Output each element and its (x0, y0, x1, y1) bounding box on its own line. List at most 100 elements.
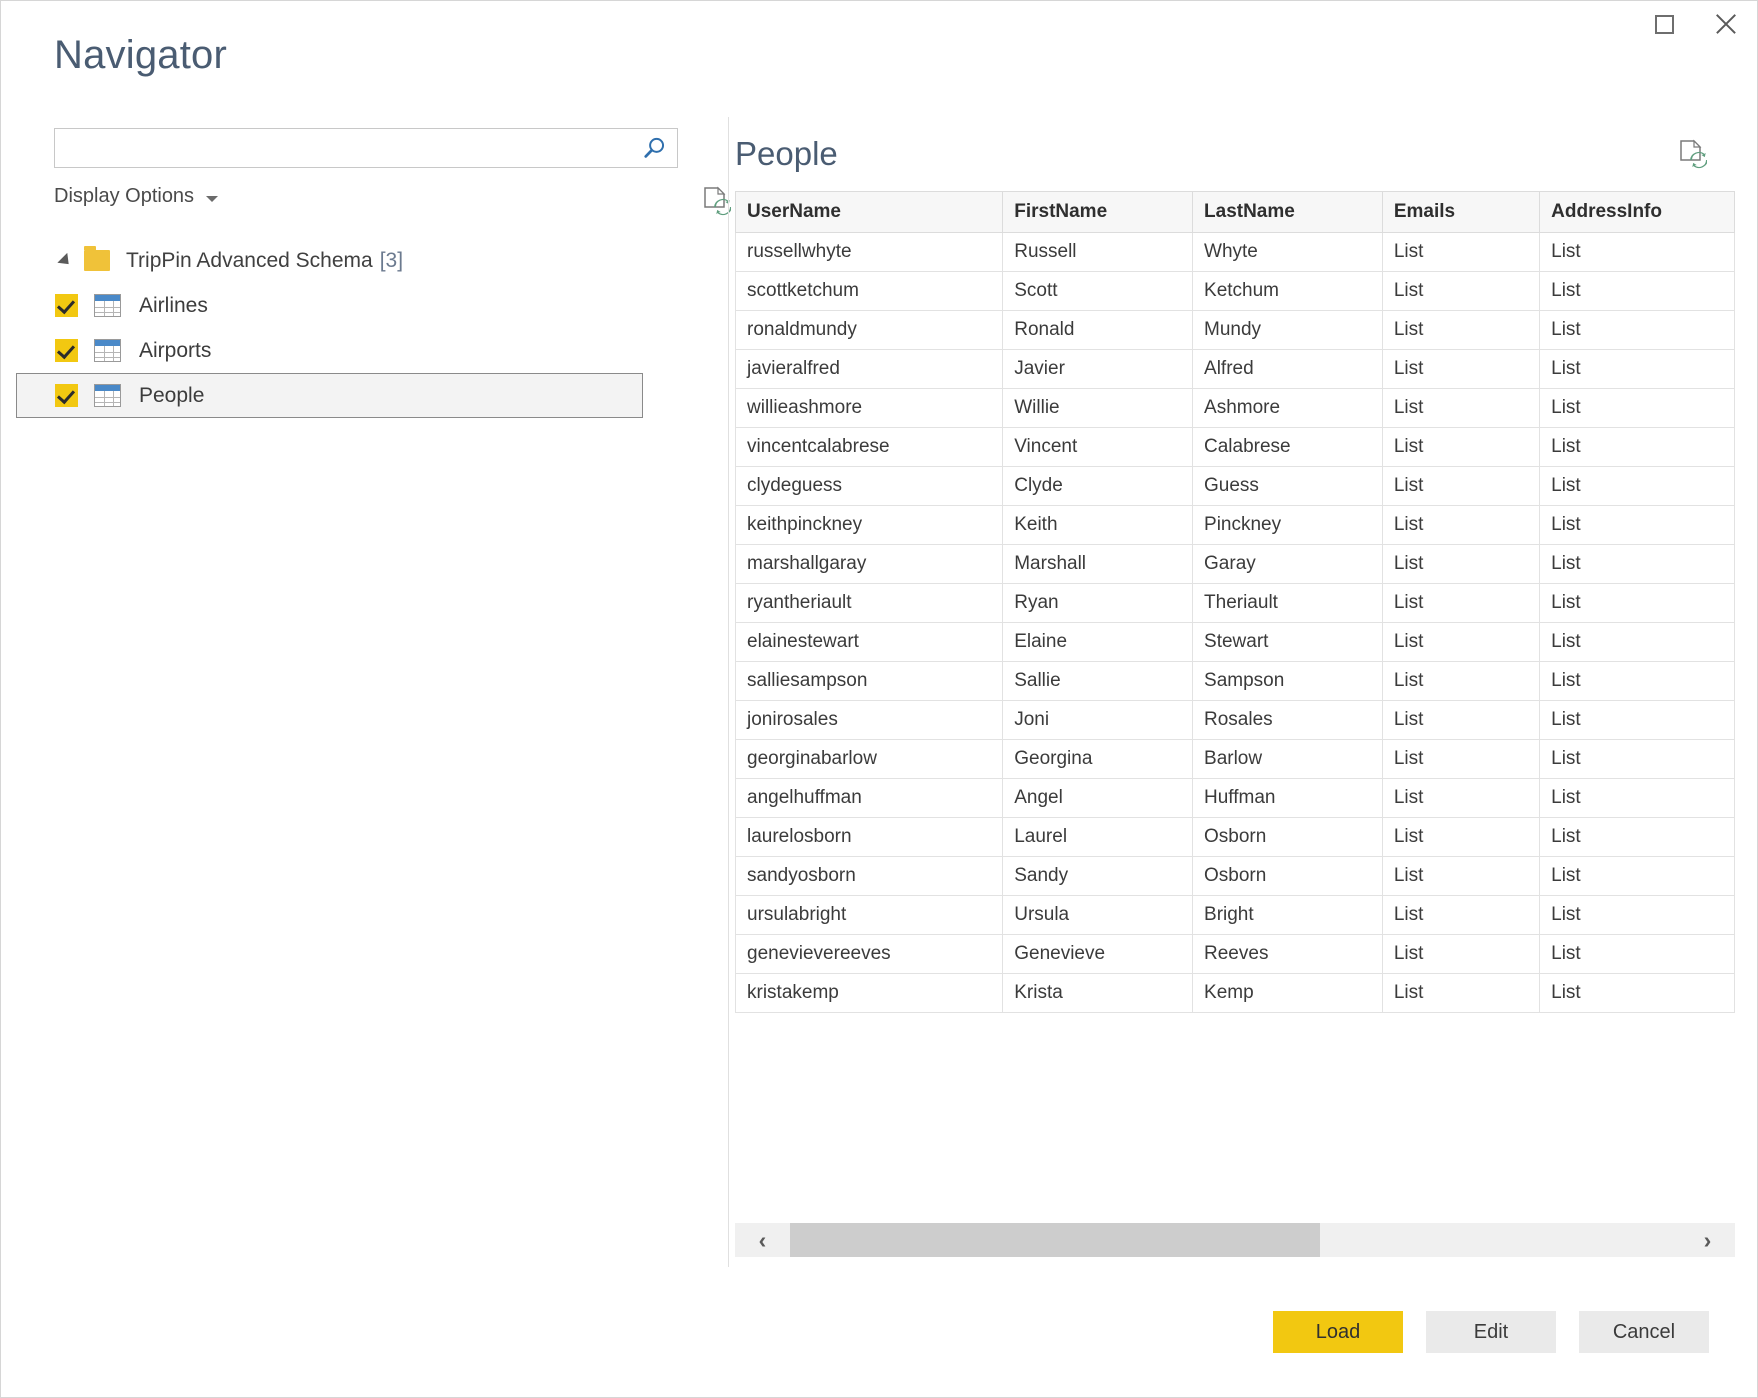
table-cell: List (1540, 896, 1735, 935)
table-row[interactable]: russellwhyteRussellWhyteListList (736, 233, 1735, 272)
table-row[interactable]: ryantheriaultRyanTheriaultListList (736, 584, 1735, 623)
footer-buttons: Load Edit Cancel (1273, 1311, 1709, 1353)
table-cell: Sampson (1193, 662, 1383, 701)
table-cell: List (1540, 779, 1735, 818)
table-cell: Calabrese (1193, 428, 1383, 467)
table-cell: Mundy (1193, 311, 1383, 350)
tree-item-people[interactable]: People (16, 373, 643, 418)
table-row[interactable]: scottketchumScottKetchumListList (736, 272, 1735, 311)
column-header-lastname[interactable]: LastName (1193, 192, 1383, 233)
table-row[interactable]: ronaldmundyRonaldMundyListList (736, 311, 1735, 350)
tree-item-airports[interactable]: Airports (16, 328, 643, 373)
tree-root-count: [3] (380, 249, 403, 273)
table-cell: Vincent (1003, 428, 1193, 467)
horizontal-scrollbar[interactable]: ‹ › (735, 1223, 1735, 1257)
table-row[interactable]: javieralfredJavierAlfredListList (736, 350, 1735, 389)
table-cell: laurelosborn (736, 818, 1003, 857)
search-icon[interactable] (642, 136, 667, 161)
table-cell: Osborn (1193, 818, 1383, 857)
load-button[interactable]: Load (1273, 1311, 1403, 1353)
table-cell: willieashmore (736, 389, 1003, 428)
triangle-expanded-icon[interactable] (57, 252, 73, 268)
column-header-firstname[interactable]: FirstName (1003, 192, 1193, 233)
table-cell: List (1382, 389, 1539, 428)
table-cell: List (1540, 701, 1735, 740)
column-header-addressinfo[interactable]: AddressInfo (1540, 192, 1735, 233)
display-options-dropdown[interactable]: Display Options (54, 185, 218, 208)
checkbox-airlines[interactable] (55, 294, 78, 317)
tree-item-airlines[interactable]: Airlines (16, 283, 643, 328)
table-cell: Keith (1003, 506, 1193, 545)
table-row[interactable]: angelhuffmanAngelHuffmanListList (736, 779, 1735, 818)
table-cell: Ryan (1003, 584, 1193, 623)
table-cell: marshallgaray (736, 545, 1003, 584)
table-body: russellwhyteRussellWhyteListListscottket… (736, 233, 1735, 1013)
scrollbar-track[interactable] (790, 1223, 1680, 1257)
column-header-username[interactable]: UserName (736, 192, 1003, 233)
table-cell: List (1382, 506, 1539, 545)
table-cell: List (1382, 467, 1539, 506)
table-row[interactable]: georginabarlowGeorginaBarlowListList (736, 740, 1735, 779)
search-input[interactable] (63, 129, 633, 167)
table-cell: Russell (1003, 233, 1193, 272)
table-cell: List (1382, 311, 1539, 350)
close-button[interactable] (1695, 1, 1757, 47)
table-row[interactable]: genevievereevesGenevieveReevesListList (736, 935, 1735, 974)
table-cell: List (1540, 545, 1735, 584)
table-cell: List (1382, 779, 1539, 818)
table-row[interactable]: elainestewartElaineStewartListList (736, 623, 1735, 662)
table-cell: russellwhyte (736, 233, 1003, 272)
table-cell: List (1540, 935, 1735, 974)
table-row[interactable]: keithpinckneyKeithPinckneyListList (736, 506, 1735, 545)
column-header-emails[interactable]: Emails (1382, 192, 1539, 233)
tree-item-label: Airports (139, 339, 211, 363)
table-row[interactable]: sandyosbornSandyOsbornListList (736, 857, 1735, 896)
edit-button[interactable]: Edit (1426, 1311, 1556, 1353)
table-cell: Willie (1003, 389, 1193, 428)
table-cell: Garay (1193, 545, 1383, 584)
checkbox-airports[interactable] (55, 339, 78, 362)
table-row[interactable]: salliesampsonSallieSampsonListList (736, 662, 1735, 701)
table-cell: List (1540, 740, 1735, 779)
table-row[interactable]: ursulabrightUrsulaBrightListList (736, 896, 1735, 935)
title-bar (1, 1, 1757, 47)
table-cell: List (1382, 272, 1539, 311)
table-cell: List (1540, 467, 1735, 506)
table-icon (94, 339, 121, 362)
table-row[interactable]: kristakempKristaKempListList (736, 974, 1735, 1013)
table-row[interactable]: jonirosalesJoniRosalesListList (736, 701, 1735, 740)
refresh-preview-icon[interactable] (1675, 138, 1707, 170)
table-row[interactable]: vincentcalabreseVincentCalabreseListList (736, 428, 1735, 467)
table-cell: georginabarlow (736, 740, 1003, 779)
table-cell: Pinckney (1193, 506, 1383, 545)
left-panel: Display Options TripPin Advanced Schema … (1, 113, 728, 1267)
maximize-button[interactable] (1633, 1, 1695, 47)
cancel-button[interactable]: Cancel (1579, 1311, 1709, 1353)
table-row[interactable]: clydeguessClydeGuessListList (736, 467, 1735, 506)
table-row[interactable]: marshallgarayMarshallGarayListList (736, 545, 1735, 584)
scroll-right-arrow-icon[interactable]: › (1680, 1223, 1735, 1257)
table-cell: kristakemp (736, 974, 1003, 1013)
scroll-left-arrow-icon[interactable]: ‹ (735, 1223, 790, 1257)
table-row[interactable]: laurelosbornLaurelOsbornListList (736, 818, 1735, 857)
table-cell: clydeguess (736, 467, 1003, 506)
table-cell: List (1382, 740, 1539, 779)
dialog-footer: Load Edit Cancel (1, 1267, 1757, 1397)
search-box[interactable] (54, 128, 678, 168)
table-cell: List (1382, 935, 1539, 974)
preview-title: People (735, 135, 838, 173)
table-icon (94, 384, 121, 407)
table-cell: List (1382, 701, 1539, 740)
scrollbar-thumb[interactable] (790, 1223, 1320, 1257)
tree-root-label: TripPin Advanced Schema (126, 249, 373, 273)
table-cell: genevievereeves (736, 935, 1003, 974)
table-cell: List (1382, 662, 1539, 701)
table-cell: Kemp (1193, 974, 1383, 1013)
checkbox-people[interactable] (55, 384, 78, 407)
preview-table: UserName FirstName LastName Emails Addre… (735, 191, 1735, 1013)
refresh-preview-icon[interactable] (699, 185, 731, 217)
table-cell: List (1382, 584, 1539, 623)
table-row[interactable]: willieashmoreWillieAshmoreListList (736, 389, 1735, 428)
table-cell: elainestewart (736, 623, 1003, 662)
tree-root-item[interactable]: TripPin Advanced Schema [3] (1, 238, 688, 283)
